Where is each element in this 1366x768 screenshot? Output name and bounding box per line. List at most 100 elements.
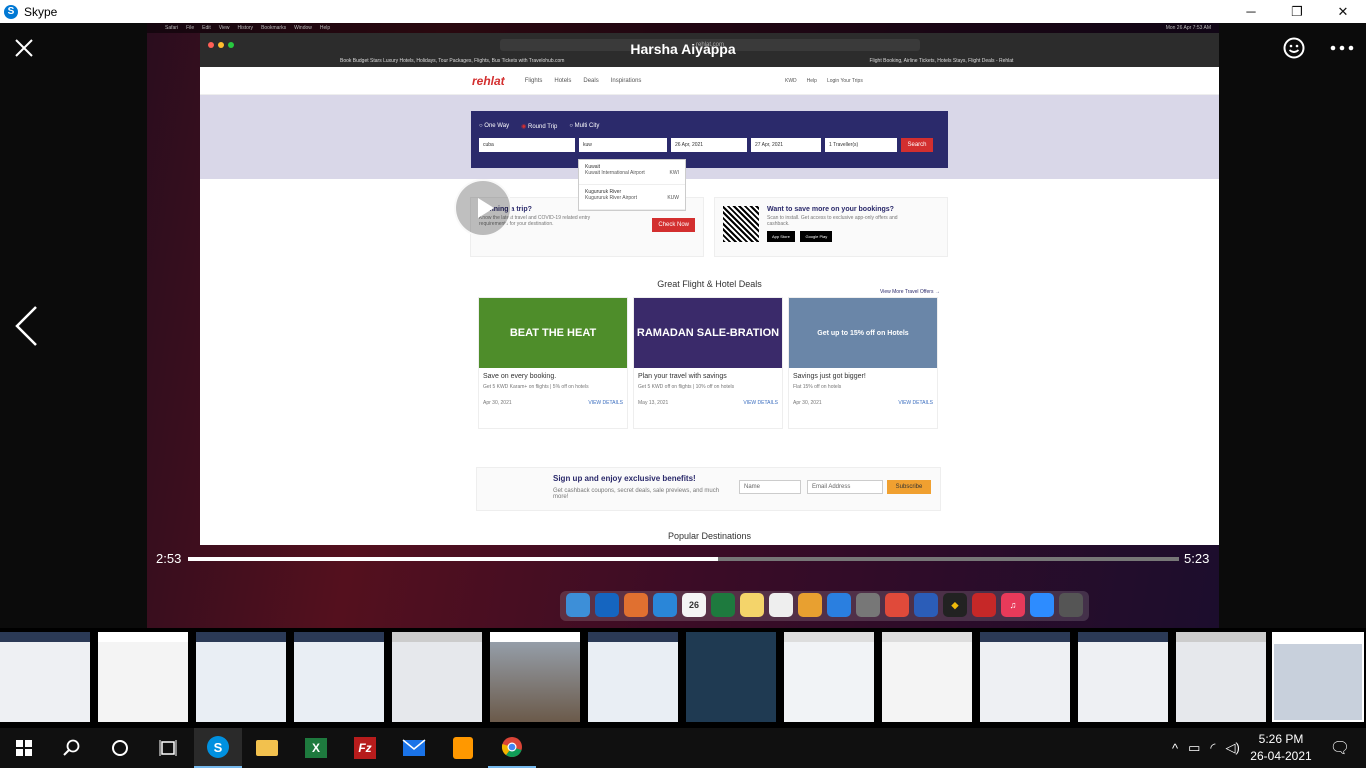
help-link: Help	[806, 77, 817, 84]
skype-title-bar: S Skype ─ ❐ ✕	[0, 0, 1366, 23]
gallery-thumbnail-selected[interactable]	[1272, 632, 1364, 722]
battery-icon[interactable]: ▭	[1188, 740, 1200, 756]
suggestion-item: Kugururuk River Kugururuk River Airport …	[579, 185, 685, 210]
outlook-icon	[595, 593, 619, 617]
gallery-thumbnail[interactable]	[196, 632, 286, 722]
progress-fill	[188, 557, 719, 561]
action-center-icon[interactable]: 🗨	[1320, 728, 1360, 768]
check-now-button: Check Now	[652, 218, 695, 232]
wifi-icon[interactable]: ◜	[1210, 740, 1215, 756]
play-icon[interactable]	[454, 179, 512, 237]
emoji-reaction-icon[interactable]	[1283, 37, 1305, 59]
nav-hotels: Hotels	[554, 77, 572, 84]
qr-code-icon	[723, 206, 759, 242]
deal-title: Save on every booking.	[483, 373, 557, 380]
excel-taskbar-button[interactable]: X	[292, 728, 340, 768]
folder-icon	[256, 740, 278, 756]
taskbar-clock[interactable]: 5:26 PM 26-04-2021	[1246, 731, 1316, 765]
rehlat-logo: rehlat	[472, 73, 505, 88]
app-store-badge: App Store	[767, 231, 795, 242]
file-explorer-button[interactable]	[243, 728, 291, 768]
search-hero: One Way Round Trip Multi City cuba kuw 2…	[200, 95, 1219, 179]
appstore-icon	[827, 593, 851, 617]
minimize-button[interactable]: ─	[1228, 0, 1274, 23]
previous-arrow-icon[interactable]	[14, 305, 38, 347]
trip-type-one-way: One Way	[479, 123, 509, 130]
menu-item: Window	[294, 25, 312, 31]
gallery-thumbnail[interactable]	[784, 632, 874, 722]
deals-heading: Great Flight & Hotel Deals	[657, 279, 762, 289]
suggestion-airport: Kugururuk River Airport	[585, 195, 637, 201]
media-viewer: Safari File Edit View History Bookmarks …	[0, 23, 1366, 628]
search-button: Search	[901, 138, 933, 152]
nav-deals: Deals	[583, 77, 599, 84]
login-link: Login Your Trips	[826, 77, 863, 84]
deal-banner: RAMADAN SALE-BRATION	[634, 298, 782, 368]
reminders-icon	[769, 593, 793, 617]
video-frame[interactable]: Safari File Edit View History Bookmarks …	[147, 23, 1219, 628]
gallery-thumbnail[interactable]	[294, 632, 384, 722]
task-view-icon	[159, 740, 177, 756]
nav-flights: Flights	[524, 77, 543, 84]
calendar-icon: 26	[682, 593, 706, 617]
google-play-badge: Google Play	[800, 231, 833, 242]
deal-title: Savings just got bigger!	[793, 373, 866, 380]
flight-search-box: One Way Round Trip Multi City cuba kuw 2…	[471, 111, 948, 168]
gallery-thumbnail[interactable]	[882, 632, 972, 722]
chrome-taskbar-button[interactable]	[488, 728, 536, 768]
volume-icon[interactable]: ◁)	[1225, 740, 1239, 756]
gallery-thumbnail[interactable]	[392, 632, 482, 722]
close-window-button[interactable]: ✕	[1320, 0, 1366, 23]
gallery-thumbnail[interactable]	[686, 632, 776, 722]
total-time: 5:23	[1184, 551, 1210, 566]
deal-link: VIEW DETAILS	[588, 400, 623, 406]
zoom-icon	[1030, 593, 1054, 617]
trip-type-multi-city: Multi City	[569, 123, 600, 130]
notes-icon	[740, 593, 764, 617]
signup-text: Get cashback coupons, secret deals, sale…	[553, 488, 720, 500]
gallery-thumbnail[interactable]	[0, 632, 90, 722]
to-field: kuw	[579, 138, 667, 152]
search-button[interactable]	[48, 728, 96, 768]
gallery-thumbnail[interactable]	[980, 632, 1070, 722]
gallery-thumbnail[interactable]	[490, 632, 580, 722]
trash-icon	[1059, 593, 1083, 617]
more-options-icon[interactable]	[1330, 45, 1354, 51]
skype-taskbar-button[interactable]: S	[194, 728, 242, 768]
return-date-field: 27 Apr, 2021	[751, 138, 821, 152]
excel-icon: X	[305, 738, 327, 758]
chevron-up-icon[interactable]: ^	[1172, 741, 1178, 756]
maximize-button[interactable]: ❐	[1274, 0, 1320, 23]
cortana-button[interactable]	[96, 728, 144, 768]
filezilla-taskbar-button[interactable]: Fz	[341, 728, 389, 768]
sublime-taskbar-button[interactable]	[439, 728, 487, 768]
start-button[interactable]	[0, 728, 48, 768]
chrome-icon	[501, 737, 522, 758]
travellers-field: 1 Traveller(s)	[825, 138, 897, 152]
gallery-thumbnail[interactable]	[98, 632, 188, 722]
progress-track[interactable]	[188, 557, 1179, 561]
seek-bar[interactable]: 2:53 5:23	[0, 551, 1366, 571]
sublime-icon	[453, 737, 473, 759]
deal-desc: Flat 15% off on hotels	[793, 384, 842, 390]
deals-carousel: BEAT THE HEAT Save on every booking. Get…	[478, 297, 938, 429]
task-view-button[interactable]	[144, 728, 192, 768]
deal-card: BEAT THE HEAT Save on every booking. Get…	[478, 297, 628, 429]
deal-card: Get up to 15% off on Hotels Savings just…	[788, 297, 938, 429]
gallery-thumbnail[interactable]	[588, 632, 678, 722]
deal-date: May 13, 2021	[638, 400, 669, 406]
deal-desc: Get 5 KWD off on flights | 10% off on ho…	[638, 384, 735, 390]
suggestion-code: KUW	[667, 195, 679, 201]
signup-name-field: Name	[739, 480, 801, 494]
gallery-thumbnail[interactable]	[1176, 632, 1266, 722]
mail-icon	[402, 739, 426, 756]
gallery-thumbnail[interactable]	[1078, 632, 1168, 722]
music-icon: ♫	[1001, 593, 1025, 617]
close-viewer-icon[interactable]	[15, 39, 33, 57]
mail-taskbar-button[interactable]	[390, 728, 438, 768]
deal-title: Plan your travel with savings	[638, 373, 727, 380]
deal-banner: BEAT THE HEAT	[479, 298, 627, 368]
skype-icon: S	[207, 736, 229, 758]
menu-item: File	[186, 25, 195, 31]
deal-date: Apr 30, 2021	[793, 400, 822, 406]
